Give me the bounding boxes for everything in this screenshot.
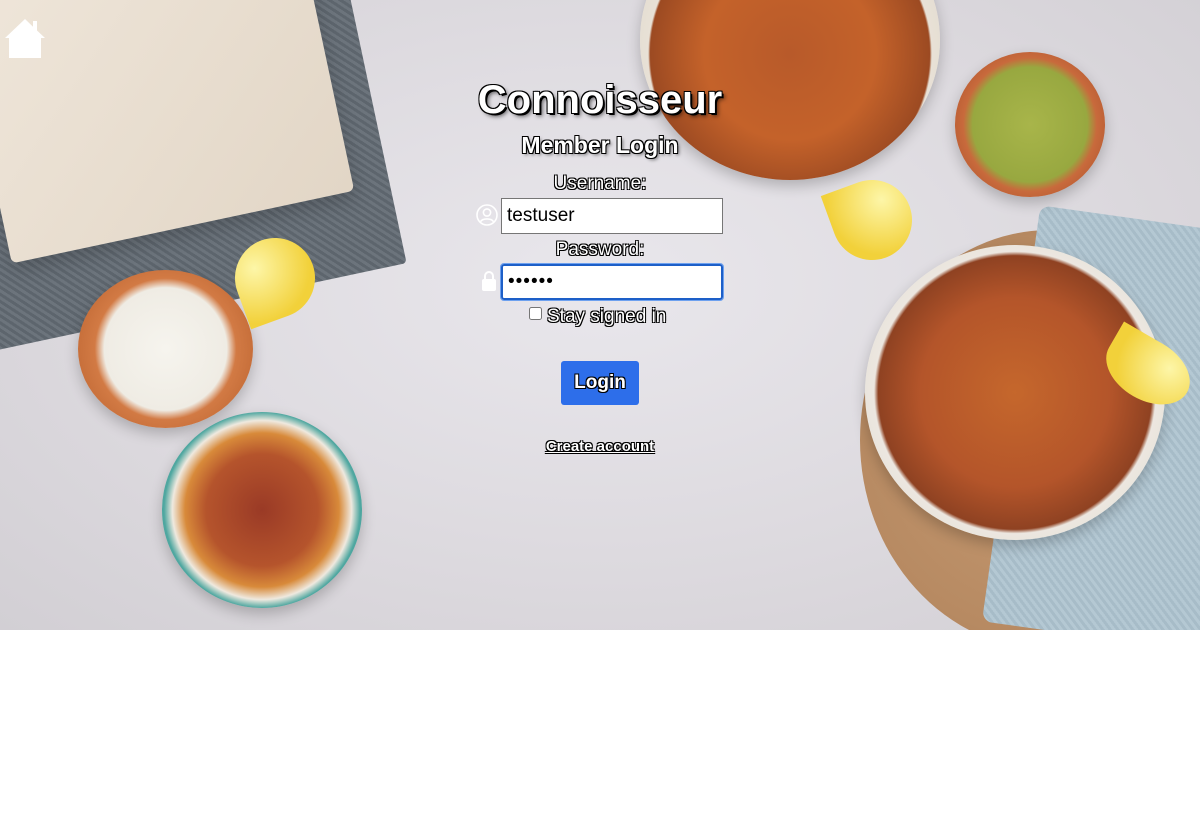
page-title: Connoisseur: [477, 78, 723, 122]
fries-bowl-right: [865, 245, 1165, 540]
page-subtitle: Member Login: [521, 132, 679, 158]
password-input[interactable]: [500, 263, 724, 301]
sour-cream-bowl: [78, 270, 253, 428]
username-input[interactable]: [501, 198, 723, 234]
lock-icon: [478, 270, 500, 292]
stay-signed-in[interactable]: Stay signed in: [529, 306, 666, 328]
user-icon: [476, 204, 498, 226]
stay-signed-in-checkbox[interactable]: [529, 307, 542, 320]
home-icon[interactable]: [3, 16, 47, 60]
username-label: Username:: [553, 173, 647, 194]
login-button[interactable]: Login: [561, 361, 639, 405]
create-account-link[interactable]: Create account: [0, 438, 1200, 455]
password-label: Password:: [555, 239, 645, 260]
stay-signed-in-label: Stay signed in: [547, 306, 667, 327]
